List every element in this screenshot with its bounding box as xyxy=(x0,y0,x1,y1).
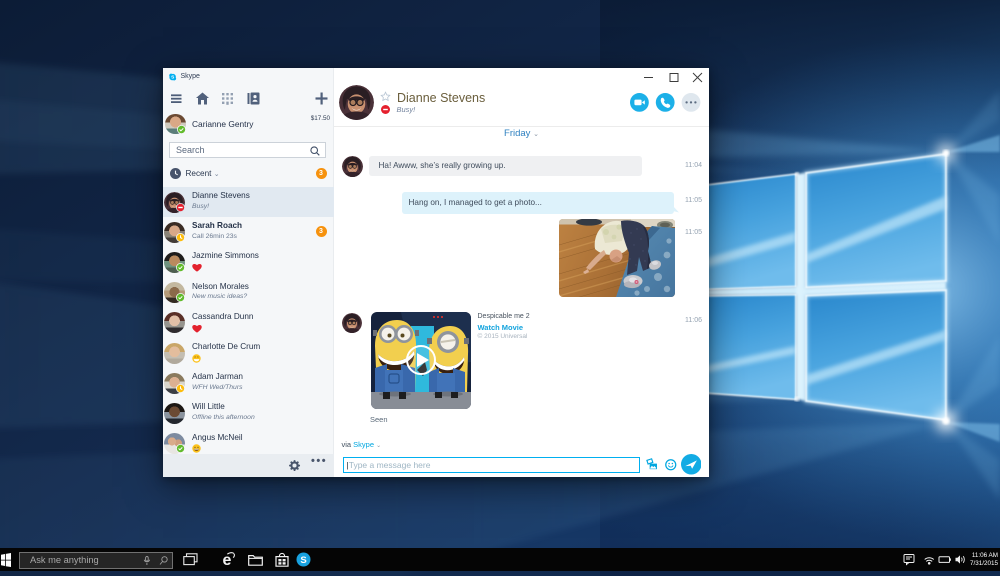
svg-text:S: S xyxy=(171,74,174,80)
svg-text:e: e xyxy=(223,552,232,568)
svg-text:S: S xyxy=(300,555,306,566)
